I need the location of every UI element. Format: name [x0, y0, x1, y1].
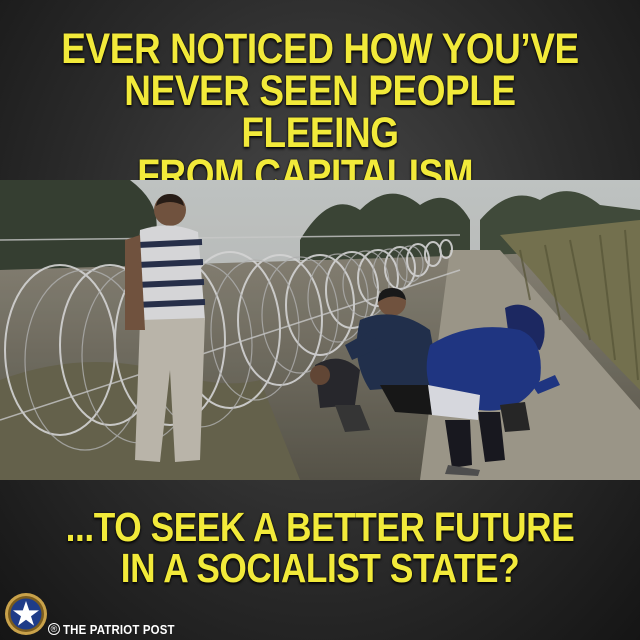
top-caption-line-1: EVER NOTICED HOW YOU’VE: [61, 25, 579, 73]
star-seal-icon: [4, 592, 48, 636]
registered-mark: ®: [48, 623, 60, 635]
brand-name: THE PATRIOT POST: [63, 621, 175, 637]
bottom-caption-line-1: ...TO SEEK A BETTER FUTURE: [65, 504, 575, 550]
bottom-caption-line-2: IN A SOCIALIST STATE?: [120, 545, 520, 591]
top-caption-line-2: NEVER SEEN PEOPLE FLEEING: [124, 67, 516, 157]
border-fence-photo: [0, 180, 640, 480]
meme-image: EVER NOTICED HOW YOU’VE NEVER SEEN PEOPL…: [0, 0, 640, 640]
brand-mark: ® THE PATRIOT POST: [48, 620, 190, 638]
top-caption: EVER NOTICED HOW YOU’VE NEVER SEEN PEOPL…: [45, 25, 595, 197]
bottom-caption: ...TO SEEK A BETTER FUTURE IN A SOCIALIS…: [45, 507, 595, 589]
